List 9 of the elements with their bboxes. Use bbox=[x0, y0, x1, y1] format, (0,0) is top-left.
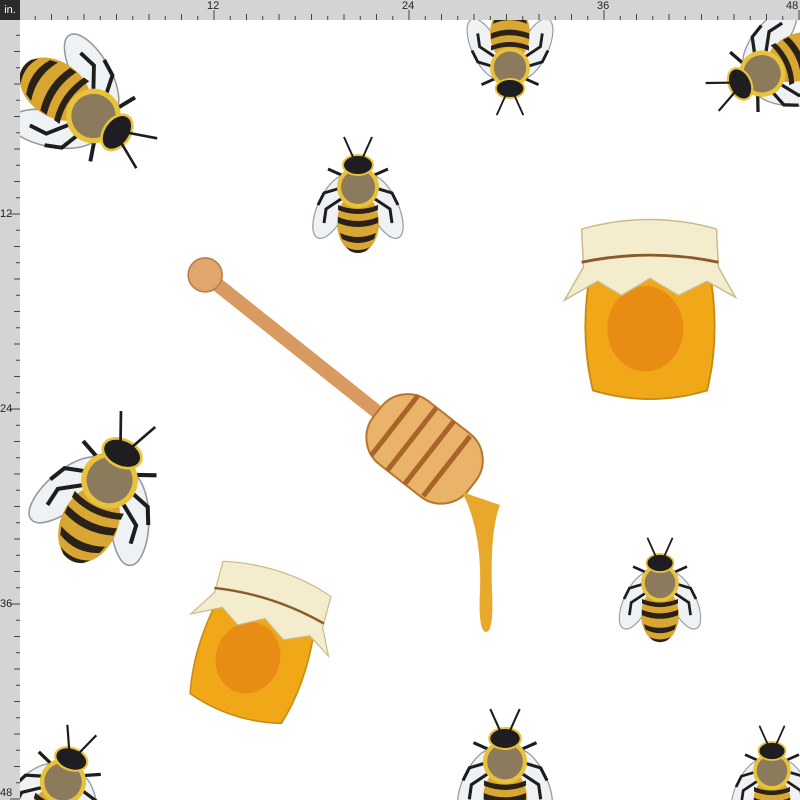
ruler-label: 24 bbox=[0, 403, 12, 415]
ruler-label: 12 bbox=[207, 0, 220, 12]
ruler-label: 36 bbox=[0, 598, 12, 610]
ruler-label: 48 bbox=[0, 787, 12, 799]
unit-label: in. bbox=[0, 0, 20, 20]
ruler-label: 12 bbox=[0, 208, 12, 220]
ruler-label: 48 bbox=[786, 0, 798, 12]
ruler-label: 24 bbox=[402, 0, 414, 12]
ruler-label: 36 bbox=[597, 0, 610, 12]
